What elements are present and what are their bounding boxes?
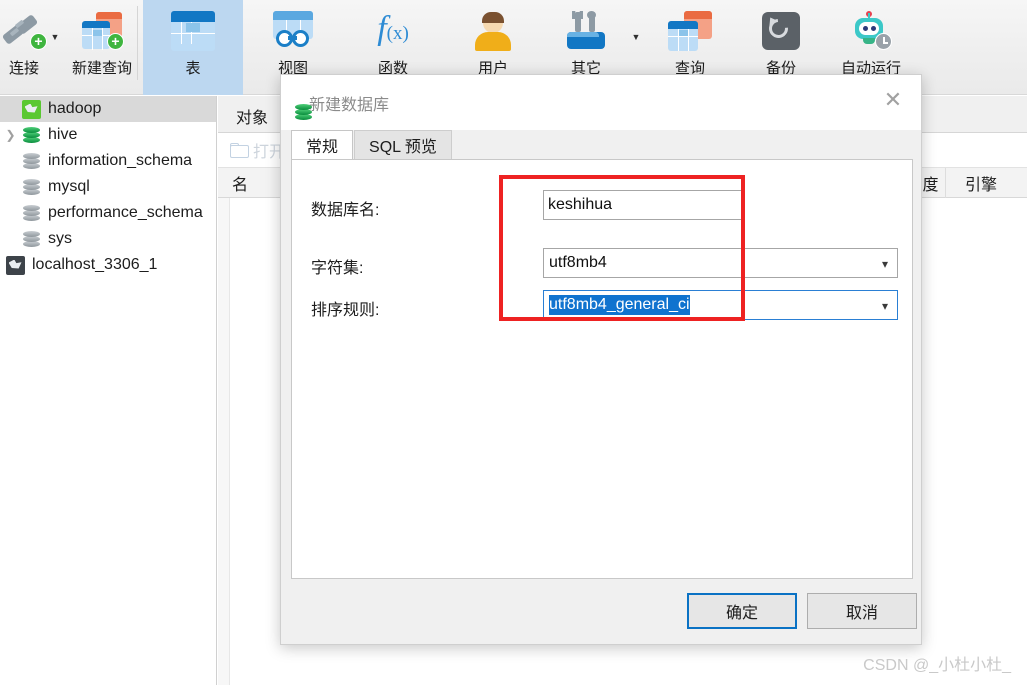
sidebar-item-label: sys: [48, 230, 72, 247]
database-gray-icon: [19, 152, 43, 171]
sidebar-item-label: performance_schema: [48, 204, 203, 221]
tab-objects[interactable]: 对象: [236, 104, 268, 128]
sidebar-item-performance-schema[interactable]: performance_schema: [0, 200, 216, 226]
sidebar-item-mysql[interactable]: mysql: [0, 174, 216, 200]
expander-icon[interactable]: ❯: [2, 128, 19, 142]
sidebar-item-label: hadoop: [48, 100, 102, 117]
chevron-down-icon[interactable]: ▾: [882, 249, 888, 279]
dialog-general-panel: 数据库名: 字符集: utf8mb4 ▾ 排序规则: utf8mb4_gener…: [291, 159, 913, 579]
view-icon: [269, 9, 317, 53]
row-number-gutter: [218, 198, 230, 685]
folder-icon: [230, 142, 249, 158]
db-name-input[interactable]: [543, 190, 745, 220]
toolbar-item-new-query[interactable]: + 新建查询: [72, 0, 132, 95]
sidebar-item-label: information_schema: [48, 152, 193, 169]
charset-combobox[interactable]: utf8mb4 ▾: [543, 248, 898, 278]
mysql-dolphin-gray-icon: [3, 255, 27, 275]
sidebar-item-hive[interactable]: ❯ hive: [0, 122, 216, 148]
dialog-footer: 确定 取消: [281, 579, 921, 644]
user-icon: [469, 9, 517, 53]
database-gray-icon: [19, 230, 43, 249]
cancel-button[interactable]: 取消: [807, 593, 917, 629]
sidebar-item-localhost-3306-1[interactable]: localhost_3306_1: [0, 252, 216, 278]
query-icon: [666, 9, 714, 53]
database-gray-icon: [19, 204, 43, 223]
sidebar-item-hadoop[interactable]: hadoop: [0, 96, 216, 122]
connect-dropdown-caret-icon[interactable]: ▼: [48, 32, 62, 42]
close-icon[interactable]: ✕: [873, 83, 913, 117]
new-query-icon: +: [78, 9, 126, 53]
sidebar-item-information-schema[interactable]: information_schema: [0, 148, 216, 174]
dialog-tabs[interactable]: 常规 SQL 预览: [291, 130, 913, 159]
toolbar-divider: [137, 6, 139, 80]
toolbar-item-label: 连接: [8, 60, 39, 77]
sidebar-item-sys[interactable]: sys: [0, 226, 216, 252]
toolbar-item-label: 新建查询: [72, 60, 133, 77]
charset-label: 字符集:: [311, 260, 364, 277]
tab-label: 常规: [306, 139, 339, 156]
mysql-dolphin-green-icon: [19, 99, 43, 119]
collation-combobox[interactable]: utf8mb4_general_ci ▾: [543, 290, 898, 320]
collation-label: 排序规则:: [311, 302, 380, 319]
toolbar-item-label: 表: [185, 60, 201, 77]
db-name-label: 数据库名:: [311, 202, 380, 219]
sidebar-item-label: hive: [48, 126, 78, 143]
database-green-icon: [19, 126, 43, 145]
tools-icon: [562, 9, 610, 53]
chevron-down-icon[interactable]: ▾: [882, 291, 888, 321]
dialog-titlebar[interactable]: 新建数据库 ✕: [281, 75, 921, 130]
watermark-text: CSDN @_小杜小杜_: [863, 657, 1011, 674]
tab-general[interactable]: 常规: [291, 130, 354, 159]
toolbar-item-table[interactable]: 表: [143, 0, 244, 95]
table-icon: [169, 9, 217, 53]
column-header-engine[interactable]: 引擎: [946, 168, 1016, 198]
new-database-dialog[interactable]: 新建数据库 ✕ 常规 SQL 预览 数据库名: 字符集: utf8mb4 ▾ 排…: [280, 74, 922, 645]
tab-sql-preview[interactable]: SQL 预览: [354, 130, 452, 159]
function-fx-icon: f(x): [377, 9, 409, 47]
plug-plus-icon: +: [0, 9, 48, 53]
toolbar-item-connect[interactable]: + 连接: [0, 0, 48, 95]
backup-restore-icon: [757, 9, 805, 53]
other-dropdown-caret-icon[interactable]: ▼: [629, 32, 643, 42]
connection-tree-sidebar[interactable]: hadoop ❯ hive information_schema mysql p…: [0, 96, 217, 685]
sidebar-item-label: localhost_3306_1: [32, 256, 158, 273]
collation-value: utf8mb4_general_ci: [549, 295, 690, 315]
charset-value: utf8mb4: [549, 254, 607, 271]
dialog-title: 新建数据库: [309, 96, 390, 114]
robot-clock-icon: [847, 9, 895, 53]
database-gray-icon: [19, 178, 43, 197]
tab-label: SQL 预览: [369, 139, 437, 156]
sidebar-item-label: mysql: [48, 178, 90, 195]
ok-button[interactable]: 确定: [687, 593, 797, 629]
